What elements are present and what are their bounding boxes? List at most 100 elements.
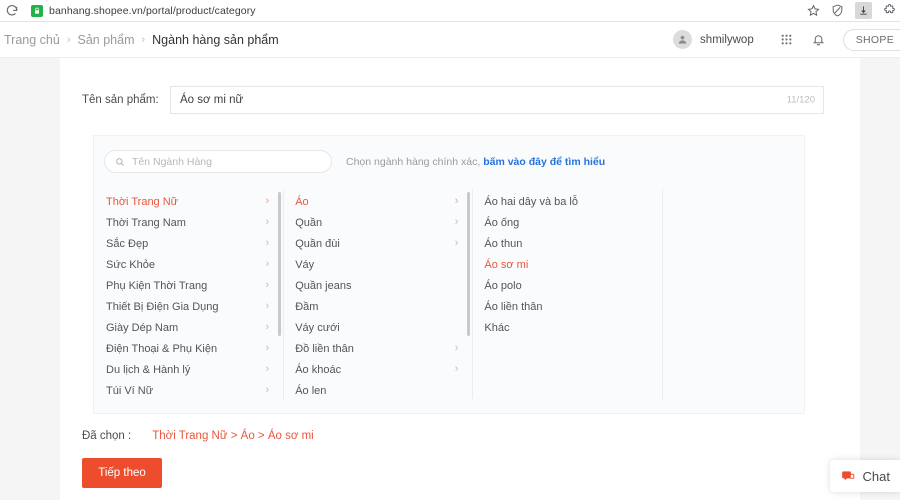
browser-toolbar: banhang.shopee.vn/portal/product/categor… <box>0 0 900 22</box>
category-item-label: Áo khoác <box>295 363 342 376</box>
category-item[interactable]: Điện Thoại & Phụ Kiện › <box>95 338 283 359</box>
category-item[interactable]: Quần › <box>284 212 472 233</box>
category-item-label: Điện Thoại & Phụ Kiện <box>106 342 218 355</box>
chosen-label: Đã chọn : <box>82 430 132 442</box>
category-item-label: Sức Khỏe <box>106 258 155 271</box>
category-item[interactable]: Du lịch & Hành lý › <box>95 359 283 380</box>
category-item-label: Khác <box>484 321 510 334</box>
category-item[interactable]: Thời Trang Nữ › <box>95 191 283 212</box>
category-item[interactable]: Áo polo <box>473 275 661 296</box>
category-search-placeholder: Tên Ngành Hàng <box>132 155 212 168</box>
breadcrumb-item-home[interactable]: Trang chủ <box>4 33 60 47</box>
next-button[interactable]: Tiếp theo <box>82 458 162 488</box>
chevron-right-icon: › <box>265 195 270 207</box>
username-label[interactable]: shmilywop <box>700 34 754 46</box>
notification-bell-icon[interactable] <box>812 33 825 46</box>
category-column-scrollbar[interactable] <box>278 192 282 336</box>
category-item-label: Quần jeans <box>295 279 352 292</box>
breadcrumb: Trang chủ › Sản phẩm › Ngành hàng sản ph… <box>4 33 279 47</box>
category-item[interactable]: Quần đùi › <box>284 233 472 254</box>
category-item[interactable]: Váy <box>284 254 472 275</box>
chat-widget[interactable]: Chat <box>829 460 900 492</box>
shopee-label[interactable]: SHOPE <box>842 28 900 51</box>
category-item[interactable]: Áo khoác › <box>284 359 472 380</box>
category-item-label: Túi Ví Nữ <box>106 384 154 397</box>
category-item-label: Đầm <box>295 300 319 313</box>
category-item[interactable]: Đầm <box>284 296 472 317</box>
product-name-value: Áo sơ mi nữ <box>180 94 244 106</box>
category-hint-link[interactable]: bấm vào đây để tìm hiểu <box>483 156 605 168</box>
category-item[interactable]: Sắc Đẹp › <box>95 233 283 254</box>
category-item[interactable]: Áo len <box>284 380 472 399</box>
category-panel: Tên Ngành Hàng Chọn ngành hàng chính xác… <box>93 135 805 414</box>
chevron-right-icon: › <box>265 258 270 270</box>
chevron-right-icon: › <box>454 237 459 249</box>
app-header: Trang chủ › Sản phẩm › Ngành hàng sản ph… <box>0 22 900 58</box>
product-name-row: Tên sản phẩm: Áo sơ mi nữ 11/120 <box>60 58 860 114</box>
chat-label: Chat <box>862 468 890 484</box>
category-item[interactable]: Áo thun <box>473 233 661 254</box>
category-item-label: Áo len <box>295 384 327 397</box>
category-item[interactable]: Giày Dép Nam › <box>95 317 283 338</box>
char-counter: 11/120 <box>786 94 815 106</box>
reload-icon[interactable] <box>5 4 19 18</box>
category-item-label: Váy cưới <box>295 321 340 334</box>
category-columns: Thời Trang Nữ › Thời Trang Nam › Sắc Đẹp › Sức… <box>94 189 804 399</box>
category-list: Áo › Quần › Quần đùi › Váy Quần jeans Đầm Váy cướ… <box>284 189 472 399</box>
shield-icon[interactable] <box>831 4 844 17</box>
extensions-icon[interactable] <box>883 4 896 17</box>
category-item-label: Quần <box>295 216 323 229</box>
product-name-label: Tên sản phẩm: <box>82 94 159 106</box>
category-item-label: Đồ liền thân <box>295 342 354 355</box>
category-item-label: Áo ống <box>484 216 520 229</box>
category-item-label: Du lịch & Hành lý <box>106 363 191 376</box>
chevron-right-icon: › <box>265 216 270 228</box>
category-item-label: Thiết Bị Điện Gia Dụng <box>106 300 219 313</box>
breadcrumb-item-current: Ngành hàng sản phẩm <box>152 32 279 47</box>
category-search-row: Tên Ngành Hàng Chọn ngành hàng chính xác… <box>94 136 804 173</box>
category-item-label: Thời Trang Nữ <box>106 195 179 208</box>
avatar[interactable] <box>673 30 693 49</box>
content-card: Tên sản phẩm: Áo sơ mi nữ 11/120 Tên Ngà… <box>60 58 860 500</box>
category-item[interactable]: Thiết Bị Điện Gia Dụng › <box>95 296 283 317</box>
chosen-path: Thời Trang Nữ > Áo > Áo sơ mi <box>152 430 314 442</box>
breadcrumb-item-products[interactable]: Sản phẩm <box>78 33 135 47</box>
chevron-right-icon: › <box>454 216 459 228</box>
category-item-label: Áo <box>295 195 309 208</box>
product-name-input[interactable]: Áo sơ mi nữ 11/120 <box>170 86 824 114</box>
chevron-right-icon: › <box>454 195 459 207</box>
chevron-right-icon: › <box>265 384 270 396</box>
browser-toolbar-icons <box>807 2 900 19</box>
site-security-badge[interactable] <box>31 4 43 17</box>
category-item-label: Quần đùi <box>295 237 340 250</box>
header-actions: shmilywop SHOPE <box>673 28 900 51</box>
chevron-right-icon: › <box>454 363 459 375</box>
category-item-label: Thời Trang Nam <box>106 216 186 229</box>
category-item-label: Áo polo <box>484 279 522 292</box>
category-item[interactable]: Đồ liền thân › <box>284 338 472 359</box>
category-item[interactable]: Khác <box>473 317 661 338</box>
category-item[interactable]: Áo hai dây và ba lỗ <box>473 191 661 212</box>
category-column: Thời Trang Nữ › Thời Trang Nam › Sắc Đẹp › Sức… <box>95 189 285 399</box>
url-text[interactable]: banhang.shopee.vn/portal/product/categor… <box>49 5 256 17</box>
category-list: Áo hai dây và ba lỗ Áo ống Áo thun Áo sơ mi… <box>473 189 661 338</box>
category-item[interactable]: Áo › <box>284 191 472 212</box>
category-search-input[interactable]: Tên Ngành Hàng <box>104 150 332 173</box>
category-item[interactable]: Sức Khỏe › <box>95 254 283 275</box>
category-item[interactable]: Túi Ví Nữ › <box>95 380 283 399</box>
download-icon[interactable] <box>855 2 872 19</box>
category-item[interactable]: Áo liền thân <box>473 296 661 317</box>
category-item[interactable]: Áo ống <box>473 212 661 233</box>
category-item[interactable]: Áo sơ mi <box>473 254 661 275</box>
category-item[interactable]: Phụ Kiện Thời Trang › <box>95 275 283 296</box>
category-item-label: Giày Dép Nam <box>106 321 179 334</box>
breadcrumb-separator: › <box>141 33 146 46</box>
category-item[interactable]: Quần jeans <box>284 275 472 296</box>
category-list <box>663 189 804 191</box>
category-column-scrollbar[interactable] <box>467 192 471 336</box>
category-item[interactable]: Váy cưới <box>284 317 472 338</box>
bookmark-star-icon[interactable] <box>807 4 820 17</box>
chevron-right-icon: › <box>265 342 270 354</box>
category-item[interactable]: Thời Trang Nam › <box>95 212 283 233</box>
apps-grid-icon[interactable] <box>780 33 793 46</box>
